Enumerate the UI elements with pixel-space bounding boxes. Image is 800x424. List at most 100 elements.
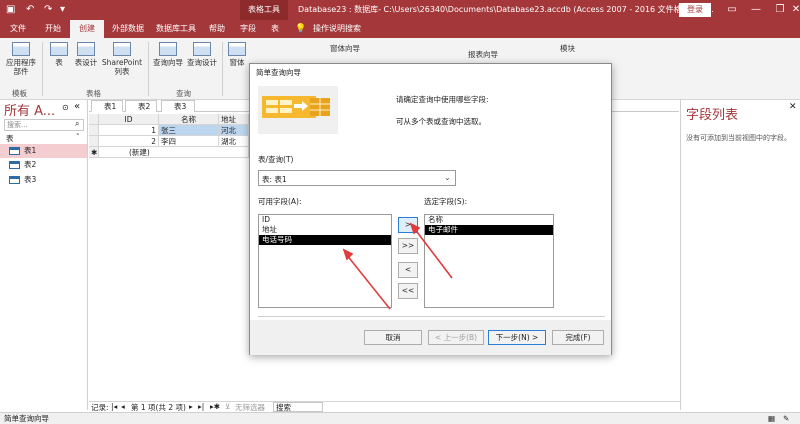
nav-item-table2[interactable]: 表2 xyxy=(0,158,87,172)
ribbon-display-icon[interactable]: ▭ xyxy=(720,0,744,20)
table-cell[interactable]: 1 xyxy=(99,125,159,136)
app-parts-button[interactable]: 应用程序 部件 xyxy=(4,42,38,76)
redo-icon[interactable]: ↷ xyxy=(44,4,52,15)
row-selector[interactable] xyxy=(89,125,99,136)
nav-menu-icon[interactable]: ⊙ xyxy=(62,103,69,112)
doc-tab-table3[interactable]: 表3 xyxy=(161,100,195,112)
sharepoint-button[interactable]: SharePoint 列表 xyxy=(100,42,144,76)
next-record-icon[interactable]: ▸ xyxy=(189,402,193,411)
prev-record-icon[interactable]: ◂ xyxy=(121,402,125,411)
record-navigation-bar: 记录: |◂ ◂ 第 1 项(共 2 项) ▸ ▸| ▸✱ ⊻ 无筛选器 搜索 xyxy=(89,401,680,412)
nav-section-tables[interactable]: 表 xyxy=(6,133,14,144)
table-design-button[interactable]: 表设计 xyxy=(72,42,100,67)
tab-help[interactable]: 帮助 xyxy=(204,20,230,38)
nav-title[interactable]: 所有 A... xyxy=(4,100,55,119)
back-button[interactable]: < 上一步(B) xyxy=(428,330,484,345)
lightbulb-icon: 💡 xyxy=(295,24,307,34)
status-bar: 简单查询向导 ▦ ✎ xyxy=(0,412,800,424)
group-label-tables: 表格 xyxy=(86,89,101,98)
first-record-icon[interactable]: |◂ xyxy=(111,402,117,411)
table-cell[interactable]: 李四 xyxy=(159,136,219,147)
tab-external-data[interactable]: 外部数据 xyxy=(106,20,150,38)
ribbon-tabs: 文件 开始 创建 外部数据 数据库工具 帮助 字段 表 💡 操作说明搜索 xyxy=(0,20,800,38)
finish-button[interactable]: 完成(F) xyxy=(552,330,604,345)
record-search-input[interactable]: 搜索 xyxy=(273,402,323,412)
table-icon xyxy=(9,147,20,155)
table-cell[interactable]: 张三 xyxy=(159,125,219,136)
section-collapse-icon[interactable]: ˄ xyxy=(76,133,80,141)
query-wizard-button[interactable]: 查询向导 xyxy=(152,42,184,67)
dialog-divider xyxy=(258,316,605,317)
next-button[interactable]: 下一步(N) > xyxy=(488,330,546,345)
nav-item-table1[interactable]: 表1 xyxy=(0,144,87,158)
column-header-address[interactable]: 地址 xyxy=(219,114,249,125)
collapse-icon[interactable]: « xyxy=(74,101,80,112)
query-design-icon xyxy=(193,42,211,56)
status-text: 简单查询向导 xyxy=(4,414,49,423)
close-icon[interactable]: ✕ xyxy=(789,102,797,112)
tab-create[interactable]: 创建 xyxy=(70,20,104,38)
table-cell[interactable]: 湖北 xyxy=(219,136,249,147)
minimize-icon[interactable]: — xyxy=(744,0,768,20)
tab-file[interactable]: 文件 xyxy=(4,20,32,38)
design-view-icon[interactable]: ✎ xyxy=(783,413,789,424)
filter-icon[interactable]: ⊻ xyxy=(225,402,231,411)
last-record-icon[interactable]: ▸| xyxy=(198,402,204,411)
close-icon[interactable]: ✕ xyxy=(784,0,800,20)
row-selector[interactable] xyxy=(89,136,99,147)
save-icon[interactable]: ▣ xyxy=(6,4,15,15)
query-wizard-icon xyxy=(159,42,177,56)
annotation-arrows xyxy=(342,222,453,310)
tab-fields[interactable]: 字段 xyxy=(236,20,260,38)
column-header-name[interactable]: 名称 xyxy=(159,114,219,125)
dialog-button-area: 取消 < 上一步(B) 下一步(N) > 完成(F) xyxy=(250,320,611,355)
nav-item-label: 表1 xyxy=(24,146,37,155)
form-wizard-button[interactable]: 窗体向导 xyxy=(330,44,370,53)
tell-me-search[interactable]: 操作说明搜索 xyxy=(310,20,364,38)
table-design-label: 表设计 xyxy=(74,58,98,67)
datasheet-view-icon[interactable]: ▦ xyxy=(768,413,775,424)
sharepoint-label: SharePoint xyxy=(101,58,143,67)
table-button[interactable]: 表 xyxy=(48,42,70,67)
login-button[interactable]: 登录 xyxy=(679,3,711,17)
window-title: Database23 : 数据库- C:\Users\26340\Documen… xyxy=(298,5,714,14)
cancel-button[interactable]: 取消 xyxy=(364,330,422,345)
undo-icon[interactable]: ↶ xyxy=(26,4,34,15)
group-label-templates: 模板 xyxy=(12,89,27,98)
nav-item-label: 表2 xyxy=(24,160,37,169)
form-button[interactable]: 窗体 xyxy=(226,42,248,67)
context-tools-label: 表格工具 xyxy=(240,0,288,20)
query-design-button[interactable]: 查询设计 xyxy=(186,42,218,67)
sharepoint-icon xyxy=(113,42,131,56)
field-list-title: 字段列表 xyxy=(686,108,739,123)
doc-tab-table2[interactable]: 表2 xyxy=(125,100,157,112)
navigation-pane: 所有 A... ⊙ « 搜索... ⌕ 表 ˄ 表1 表2 表3 xyxy=(0,100,88,410)
tab-home[interactable]: 开始 xyxy=(38,20,68,38)
ribbon-separator xyxy=(148,42,149,96)
table-icon xyxy=(50,42,68,56)
sharepoint-label-2: 列表 xyxy=(114,67,130,76)
report-wizard-button[interactable]: 报表向导 xyxy=(468,50,516,59)
customize-icon[interactable]: ▾ xyxy=(60,4,65,15)
nav-search-input[interactable]: 搜索... xyxy=(4,119,84,131)
tab-table[interactable]: 表 xyxy=(264,20,286,38)
column-header-id[interactable]: ID xyxy=(99,114,159,125)
table-cell[interactable]: 河北 xyxy=(219,125,249,136)
arrow-head xyxy=(409,222,421,235)
new-record-icon[interactable]: ▸✱ xyxy=(210,402,220,411)
nav-item-label: 表3 xyxy=(24,175,37,184)
app-parts-label-2: 部件 xyxy=(13,67,29,76)
table-cell[interactable]: 2 xyxy=(99,136,159,147)
new-row-icon: ✱ xyxy=(89,147,99,158)
doc-tab-table1[interactable]: 表1 xyxy=(91,100,123,112)
app-parts-icon xyxy=(12,42,30,56)
search-icon[interactable]: ⌕ xyxy=(75,119,79,129)
module-button[interactable]: 模块 xyxy=(560,44,590,53)
nav-item-table3[interactable]: 表3 xyxy=(0,173,87,187)
form-label: 窗体 xyxy=(229,58,245,67)
ribbon-separator xyxy=(42,42,43,96)
tab-database-tools[interactable]: 数据库工具 xyxy=(150,20,202,38)
new-row-cell[interactable]: (新建) xyxy=(99,147,249,158)
group-label-queries: 查询 xyxy=(176,89,191,98)
select-all-cell[interactable] xyxy=(89,114,99,125)
